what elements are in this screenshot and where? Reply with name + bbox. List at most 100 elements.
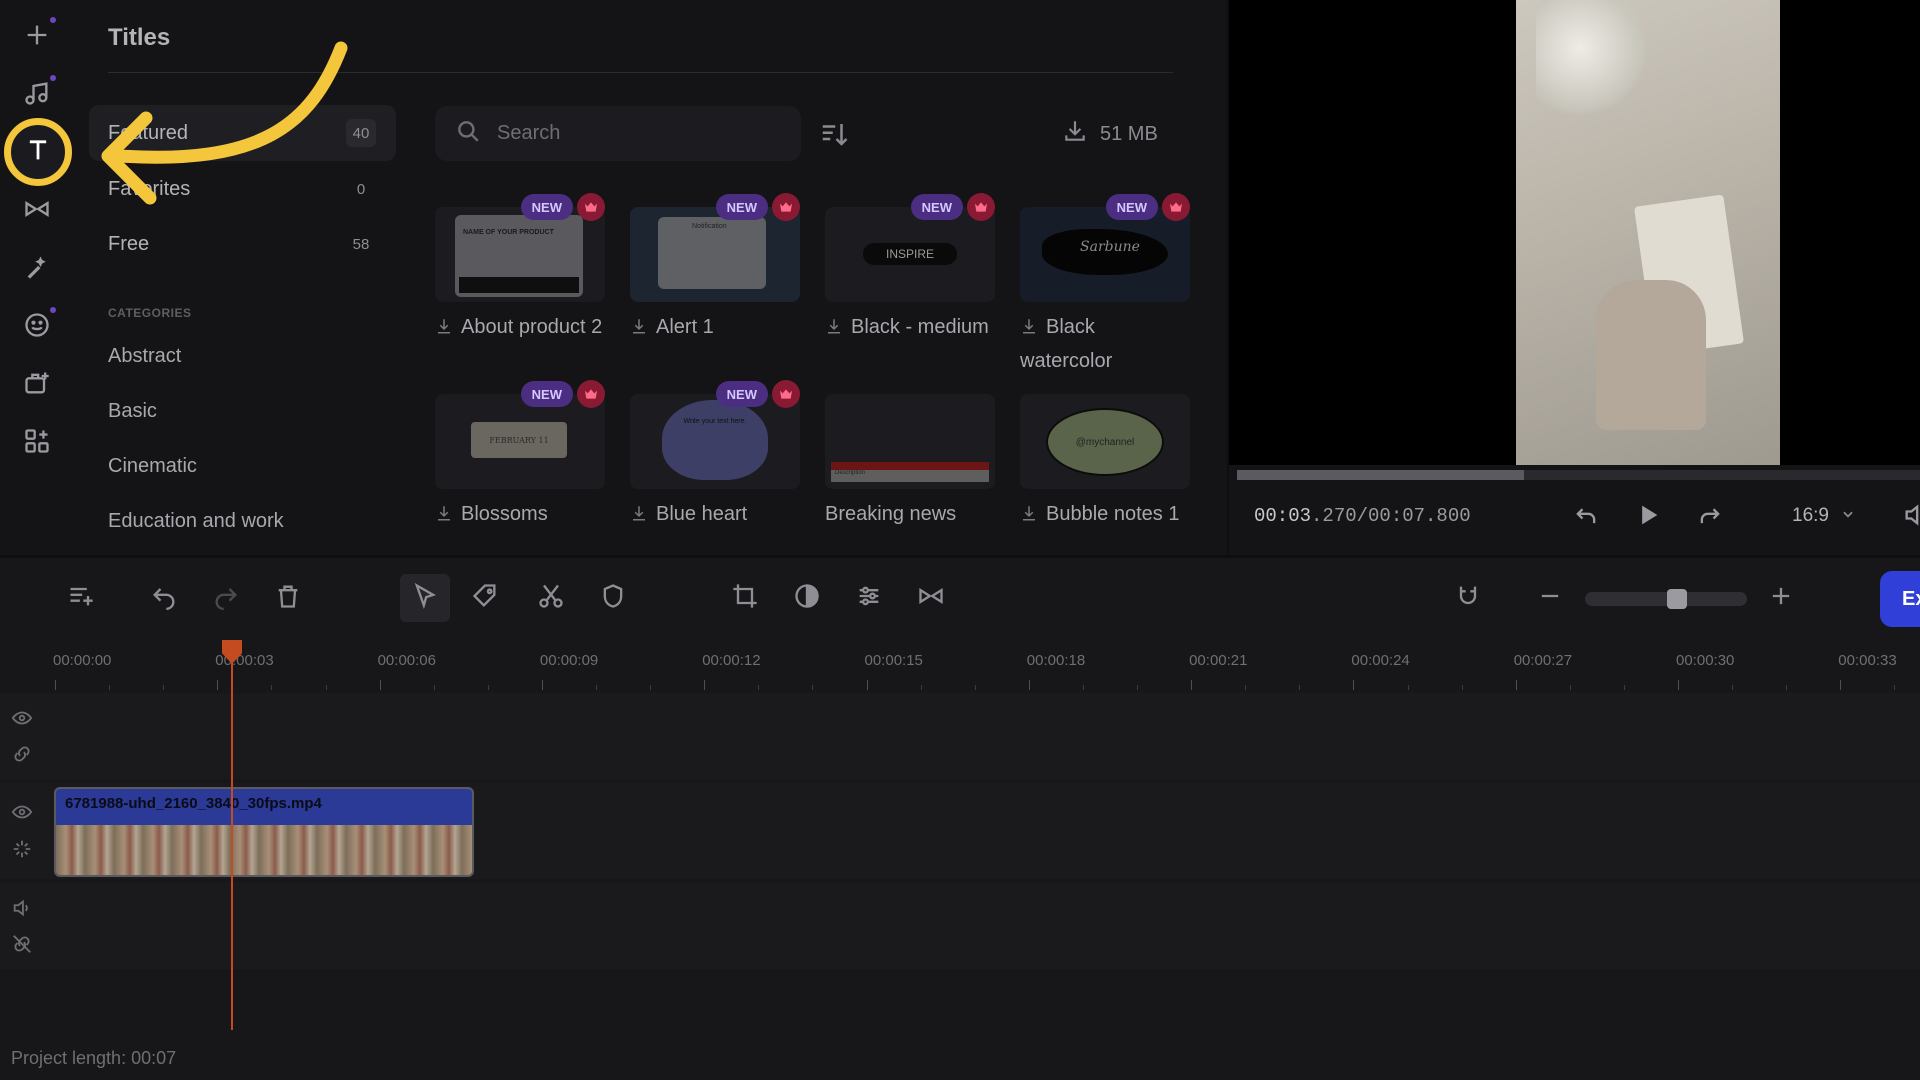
mask-button[interactable]: [594, 579, 632, 617]
video-clip[interactable]: 6781988-uhd_2160_3840_30fps.mp4: [54, 787, 474, 877]
ruler-minor-tick: [596, 685, 597, 690]
filter-favorites[interactable]: Favorites 0: [89, 161, 396, 217]
ruler-minor-tick: [1894, 685, 1896, 690]
add-track-button[interactable]: [62, 579, 100, 617]
thumb-text: INSPIRE: [863, 243, 957, 265]
zoom-slider-thumb[interactable]: [1667, 589, 1688, 609]
marker-tool-button[interactable]: [466, 579, 504, 617]
select-tool-button[interactable]: [400, 574, 450, 622]
ruler-minor-tick: [1245, 685, 1247, 690]
category-abstract[interactable]: Abstract: [108, 345, 181, 368]
filter-featured[interactable]: Featured 40: [89, 105, 396, 161]
export-button[interactable]: Ex: [1880, 571, 1920, 627]
timeline-ruler[interactable]: 00:00:00 00:00:03 00:00:06 00:00:09 00:00:12…: [0, 640, 1920, 690]
search-input[interactable]: [497, 122, 777, 145]
title-card-blue-heart[interactable]: Write your text here. NEW Blue heart: [630, 380, 800, 531]
playhead[interactable]: [222, 640, 242, 1030]
delete-button[interactable]: [269, 579, 307, 617]
redo-button[interactable]: [207, 579, 245, 617]
download-icon: [825, 312, 843, 334]
volume-button[interactable]: [1899, 500, 1920, 534]
aspect-ratio-select[interactable]: 16:9: [1792, 505, 1855, 527]
search-icon: [455, 118, 481, 149]
sort-button[interactable]: [819, 119, 849, 149]
templates-button[interactable]: [16, 422, 58, 464]
project-length: Project length: 00:07: [11, 1048, 177, 1068]
titles-button[interactable]: [4, 118, 72, 186]
ruler-tick-label: 00:00:06: [377, 652, 436, 669]
zoom-out-button[interactable]: [1531, 579, 1569, 617]
transition-button[interactable]: [912, 579, 950, 617]
title-card-bubble-notes-1[interactable]: @mychannel Bubble notes 1: [1020, 394, 1190, 531]
download-all-button[interactable]: 51 MB: [1062, 118, 1158, 150]
title-card-about-product-2[interactable]: NAME OF YOUR PRODUCT NEW About product 2: [435, 193, 605, 344]
sliders-icon: [855, 582, 883, 615]
forward-button[interactable]: [1693, 500, 1727, 534]
ruler-minor-tick: [1407, 685, 1409, 690]
briefcase-plus-icon: [23, 369, 51, 402]
link-icon[interactable]: [11, 743, 33, 765]
title-card-blossoms[interactable]: FEBRUARY 11 NEW Blossoms: [435, 380, 605, 531]
eye-icon[interactable]: [11, 801, 33, 823]
ruler-minor-tick: [1569, 685, 1571, 690]
new-badge: NEW: [1105, 194, 1158, 220]
card-thumbnail: @mychannel: [1020, 394, 1190, 489]
shield-icon: [599, 582, 627, 615]
left-sidebar: [0, 0, 74, 555]
category-education-and-work[interactable]: Education and work: [108, 510, 284, 533]
undo-icon: [150, 582, 178, 615]
playback-progress[interactable]: [1237, 470, 1920, 480]
timeline-toolbar: Ex: [0, 558, 1920, 640]
filters-button[interactable]: [16, 248, 58, 290]
audio-button[interactable]: [16, 74, 58, 116]
new-dot: [50, 307, 56, 313]
crown-icon: [967, 193, 995, 221]
split-button[interactable]: [532, 579, 570, 617]
progress-fill: [1237, 470, 1524, 480]
ruler-minor-tick: [1299, 685, 1301, 690]
thumb-text: Notification: [692, 223, 727, 230]
stickers-button[interactable]: [16, 306, 58, 348]
ruler-tick-label: 00:00:00: [53, 652, 112, 669]
card-thumbnail: INSPIRE: [825, 207, 995, 302]
unlink-icon[interactable]: [11, 933, 33, 955]
new-badge: NEW: [715, 381, 768, 407]
ruler-minor-tick: [650, 685, 652, 690]
title-card-alert-1[interactable]: Notification NEW Alert 1: [630, 193, 800, 344]
transitions-button[interactable]: [16, 190, 58, 232]
zoom-in-button[interactable]: [1762, 579, 1800, 617]
speaker-icon[interactable]: [11, 897, 33, 919]
zoom-slider[interactable]: [1585, 589, 1747, 609]
undo-button[interactable]: [145, 579, 183, 617]
category-cinematic[interactable]: Cinematic: [108, 455, 197, 478]
download-icon: [630, 499, 648, 521]
elements-button[interactable]: [16, 364, 58, 406]
thumb-bar: [459, 277, 579, 293]
ruler-tick: [1678, 680, 1679, 690]
filter-free[interactable]: Free 58: [89, 216, 396, 272]
color-button[interactable]: [788, 579, 826, 617]
rewind-button[interactable]: [1569, 500, 1603, 534]
category-basic[interactable]: Basic: [108, 400, 157, 423]
ruler-tick: [1028, 680, 1030, 690]
play-button[interactable]: [1631, 500, 1665, 534]
eye-icon[interactable]: [11, 707, 33, 729]
video-preview[interactable]: [1229, 0, 1920, 465]
title-card-black-medium[interactable]: INSPIRE NEW Black - medium: [825, 193, 995, 344]
ruler-minor-tick: [1786, 685, 1788, 690]
ruler-tick-label: 00:00:12: [702, 652, 761, 669]
search-box: [435, 106, 801, 161]
track-row-1: [0, 693, 1920, 779]
categories-heading: CATEGORIES: [108, 306, 192, 320]
filter-count: 40: [346, 119, 376, 147]
timeline: Ex 00:00:0000:00:0300:00:0600:00:0900:00…: [0, 558, 1920, 1080]
title-card-breaking-news[interactable]: Description Breaking news: [825, 394, 995, 531]
ruler-minor-tick: [109, 685, 111, 690]
sparkle-icon[interactable]: [11, 838, 33, 860]
title-card-black-watercolor[interactable]: Sarbune NEW Black watercolor: [1020, 193, 1190, 378]
crop-button[interactable]: [726, 579, 764, 617]
thumb-heart: Write your text here.: [662, 400, 768, 480]
add-media-button[interactable]: [16, 16, 58, 58]
magnet-button[interactable]: [1449, 579, 1487, 617]
adjust-button[interactable]: [850, 579, 888, 617]
